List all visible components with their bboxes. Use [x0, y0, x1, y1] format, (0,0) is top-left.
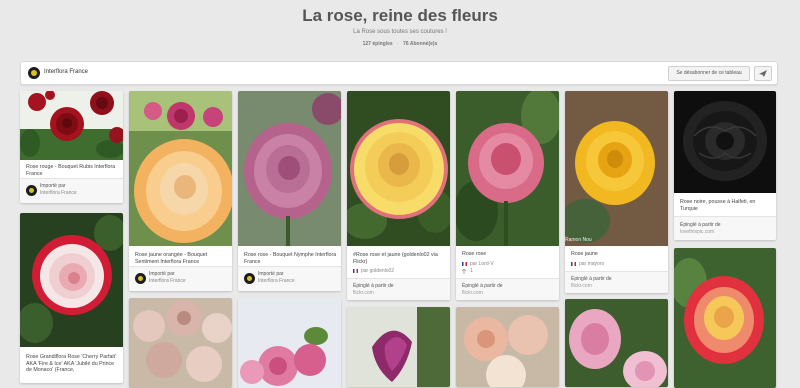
pin-image[interactable] — [20, 91, 123, 160]
pin-card[interactable]: Rose rose par Lord-V 1 Épinglé à partir … — [456, 91, 559, 300]
attribution-name[interactable]: Interflora France — [40, 190, 77, 196]
attribution-label: Épinglé à partir de — [353, 283, 394, 289]
pin-card[interactable]: Rose jaune orangée - Bouquet Sentiment I… — [129, 91, 232, 291]
repin-count: 1 — [470, 268, 473, 274]
pins-count[interactable]: 127 épingles — [363, 41, 393, 47]
pin-card[interactable]: Rose rouge - Bouquet Rubis Interflora Fr… — [20, 91, 123, 203]
board-owner-bar: Interflora France Se désabonner de ce ta… — [20, 61, 778, 85]
pin-attribution[interactable]: Importé par Interflora France — [238, 267, 341, 291]
pin-image[interactable] — [347, 307, 450, 387]
pin-image[interactable] — [238, 298, 341, 388]
pin-attribution[interactable]: Épinglé à partir de flickr.com — [565, 272, 668, 293]
pin-image[interactable] — [565, 299, 668, 387]
pin-image[interactable] — [347, 91, 450, 246]
pin-card[interactable] — [129, 298, 232, 388]
pin-card[interactable]: Rose noire, pousse à Halfeti, en Turquie… — [674, 91, 776, 240]
pin-attribution[interactable]: Importé par Interflora France — [129, 267, 232, 291]
pin-image[interactable] — [20, 213, 123, 347]
attribution-name[interactable]: flickr.com — [353, 290, 374, 296]
pin-attribution[interactable]: Épinglé à partir de flickr.com — [347, 279, 450, 300]
pin-image[interactable] — [674, 91, 776, 193]
pinner-name[interactable]: par mayoro — [579, 261, 604, 267]
stats-separator: · — [397, 41, 399, 47]
attribution-name[interactable]: lovethispic.com — [680, 229, 714, 235]
image-watermark: Ramon Nou — [565, 237, 592, 243]
attribution-name[interactable]: Interflora France — [149, 278, 186, 284]
board-description: La Rose sous toutes ses coutures ! — [353, 29, 447, 35]
pin-card[interactable] — [456, 307, 559, 387]
pinner-avatar[interactable] — [244, 273, 255, 284]
pin-description: Rose rose — [462, 251, 487, 257]
pinner-name[interactable]: par Lord-V — [470, 261, 494, 267]
pin-image[interactable] — [456, 91, 559, 246]
attribution-label: Épinglé à partir de — [462, 283, 503, 289]
attribution-label: Importé par — [149, 271, 175, 277]
send-board-button[interactable] — [754, 66, 772, 81]
pin-image[interactable] — [456, 307, 559, 387]
pin-description: Rose jaune orangée - Bouquet Sentiment I… — [135, 252, 208, 265]
pin-image[interactable] — [129, 298, 232, 388]
pin-card[interactable] — [347, 307, 450, 387]
board-title: La rose, reine des fleurs — [302, 6, 498, 25]
followers-count[interactable]: 76 Abonné(e)s — [403, 41, 437, 47]
attribution-name[interactable]: flickr.com — [462, 290, 483, 296]
owner-name[interactable]: Interflora France — [44, 69, 88, 75]
pin-description: #Rose rose et jaune (goldenlo02 via Flic… — [353, 252, 438, 265]
pin-image[interactable] — [565, 91, 668, 246]
attribution-label: Importé par — [40, 183, 66, 189]
pinner-flag-icon — [462, 262, 467, 266]
pin-description: Rose rose - Bouquet Nymphe Interflora Fr… — [244, 252, 337, 265]
attribution-label: Importé par — [258, 271, 284, 277]
pinner-avatar[interactable] — [26, 185, 37, 196]
pinner-avatar[interactable] — [135, 273, 146, 284]
pin-attribution[interactable]: Épinglé à partir de lovethispic.com — [674, 217, 776, 240]
pin-image[interactable] — [674, 248, 776, 388]
pinner-name[interactable]: par goldenlo02 — [361, 268, 394, 274]
pin-card[interactable]: Ramon Nou Rose jaune par mayoro Épinglé … — [565, 91, 668, 293]
attribution-name[interactable]: Interflora France — [258, 278, 295, 284]
pin-card[interactable]: Rose Grandiflora Rose 'Cherry Parfait' A… — [20, 213, 123, 383]
unfollow-board-button[interactable]: Se désabonner de ce tableau — [668, 66, 750, 81]
pin-description: Rose noire, pousse à Halfeti, en Turquie — [680, 199, 756, 212]
attribution-label: Épinglé à partir de — [680, 222, 721, 228]
pin-attribution[interactable]: Épinglé à partir de flickr.com — [456, 279, 559, 300]
pinner-flag-icon — [353, 269, 358, 273]
pin-description: Rose Grandiflora Rose 'Cherry Parfait' A… — [26, 354, 117, 374]
pin-attribution[interactable]: Importé par Interflora France — [20, 179, 123, 203]
pin-card[interactable]: #Rose rose et jaune (goldenlo02 via Flic… — [347, 91, 450, 300]
owner-avatar[interactable] — [28, 67, 40, 79]
attribution-label: Épinglé à partir de — [571, 276, 612, 282]
pin-image[interactable] — [129, 91, 232, 246]
pin-image[interactable] — [238, 91, 341, 246]
paper-plane-icon — [759, 70, 767, 77]
board-stats: 127 épingles · 76 Abonné(e)s — [0, 41, 800, 47]
pin-description: Rose rouge - Bouquet Rubis Interflora Fr… — [26, 164, 116, 177]
pinner-flag-icon — [571, 262, 576, 266]
pin-card[interactable]: Rose rose - Bouquet Nymphe Interflora Fr… — [238, 91, 341, 291]
repin-icon — [462, 269, 467, 274]
pin-description: Rose jaune — [571, 251, 598, 257]
pin-card[interactable] — [238, 298, 341, 388]
pin-card[interactable] — [674, 248, 776, 388]
attribution-name[interactable]: flickr.com — [571, 283, 592, 289]
pin-card[interactable] — [565, 299, 668, 387]
